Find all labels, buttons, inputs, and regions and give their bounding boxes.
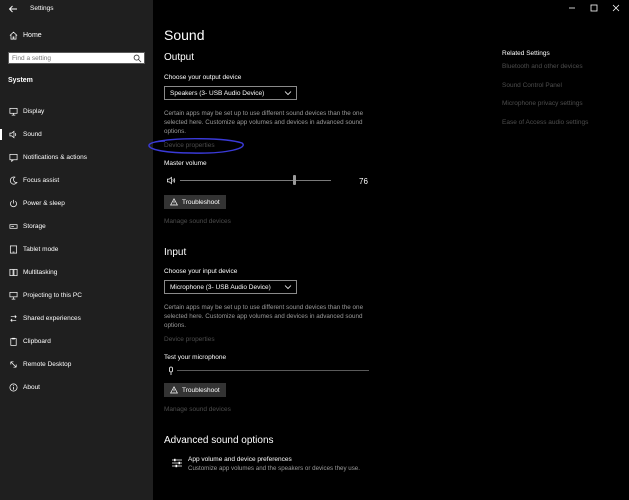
sidebar-item-sound[interactable]: Sound (0, 123, 153, 146)
sidebar-item-clipboard[interactable]: Clipboard (0, 330, 153, 353)
projecting-icon (8, 291, 18, 301)
sidebar-nav: Display Sound Notifications & actions Fo… (0, 100, 153, 399)
app-volume-preferences-desc: Customize app volumes and the speakers o… (188, 465, 360, 472)
sidebar-item-power-sleep[interactable]: Power & sleep (0, 192, 153, 215)
output-device-dropdown[interactable]: Speakers (3- USB Audio Device) (164, 86, 297, 100)
sidebar-item-focus-assist[interactable]: Focus assist (0, 169, 153, 192)
power-icon (8, 199, 18, 209)
sidebar-item-label: Remote Desktop (23, 361, 72, 368)
sidebar-item-label: Power & sleep (23, 200, 65, 207)
sidebar-item-label: Projecting to this PC (23, 292, 82, 299)
output-device-properties-link[interactable]: Device properties (164, 142, 215, 149)
warning-icon (170, 386, 178, 394)
back-arrow-icon[interactable] (8, 4, 18, 14)
output-description: Certain apps may be set up to use differ… (164, 110, 364, 135)
sidebar-item-shared-experiences[interactable]: Shared experiences (0, 307, 153, 330)
sidebar-item-about[interactable]: About (0, 376, 153, 399)
related-link-microphone-privacy[interactable]: Microphone privacy settings (502, 100, 583, 107)
master-volume-value: 76 (359, 177, 368, 186)
sliders-icon (171, 457, 183, 471)
output-device-label: Choose your output device (164, 74, 242, 81)
test-microphone-label: Test your microphone (164, 354, 227, 361)
output-device-value: Speakers (3- USB Audio Device) (170, 90, 265, 97)
sidebar-item-label: Tablet mode (23, 246, 59, 253)
related-link-ease-of-access-audio[interactable]: Ease of Access audio settings (502, 119, 588, 126)
minimize-icon[interactable] (561, 2, 583, 14)
sidebar-item-label: Shared experiences (23, 315, 81, 322)
sidebar-item-multitasking[interactable]: Multitasking (0, 261, 153, 284)
master-volume-slider-track[interactable] (180, 180, 331, 181)
sidebar-item-label: Notifications & actions (23, 154, 87, 161)
maximize-icon[interactable] (583, 2, 605, 14)
sidebar-item-label: Focus assist (23, 177, 60, 184)
input-device-label: Choose your input device (164, 268, 238, 275)
input-troubleshoot-button[interactable]: Troubleshoot (164, 383, 226, 397)
related-link-sound-control-panel[interactable]: Sound Control Panel (502, 82, 562, 89)
search-box[interactable] (8, 52, 145, 64)
input-manage-sound-devices-link[interactable]: Manage sound devices (164, 406, 231, 413)
sidebar-item-remote-desktop[interactable]: Remote Desktop (0, 353, 153, 376)
sidebar-item-display[interactable]: Display (0, 100, 153, 123)
chevron-down-icon (284, 89, 292, 97)
display-icon (8, 107, 18, 117)
sidebar-item-projecting[interactable]: Projecting to this PC (0, 284, 153, 307)
volume-speaker-icon[interactable] (166, 176, 176, 187)
related-settings-heading: Related Settings (502, 50, 550, 57)
notification-icon (8, 153, 18, 163)
storage-icon (8, 222, 18, 232)
search-icon[interactable] (133, 54, 142, 63)
sidebar: Settings Home System Display Sound Notif… (0, 0, 153, 500)
sidebar-item-label: Storage (23, 223, 46, 230)
remote-desktop-icon (8, 360, 18, 370)
sidebar-item-label: Clipboard (23, 338, 51, 345)
troubleshoot-label: Troubleshoot (182, 386, 220, 394)
multitasking-icon (8, 268, 18, 278)
clipboard-icon (8, 337, 18, 347)
speaker-icon (8, 130, 18, 140)
page-title: Sound (164, 27, 205, 43)
window-title: Settings (30, 5, 54, 12)
tablet-icon (8, 245, 18, 255)
master-volume-label: Master volume (164, 160, 207, 167)
input-heading: Input (164, 247, 187, 258)
sidebar-item-tablet-mode[interactable]: Tablet mode (0, 238, 153, 261)
home-icon (8, 31, 18, 40)
sidebar-item-storage[interactable]: Storage (0, 215, 153, 238)
main-content: Sound Output Choose your output device S… (148, 0, 629, 500)
troubleshoot-label: Troubleshoot (182, 198, 220, 206)
window-controls (561, 2, 627, 14)
sidebar-item-label: About (23, 384, 40, 391)
sidebar-item-label: Multitasking (23, 269, 58, 276)
close-icon[interactable] (605, 2, 627, 14)
sidebar-home-label: Home (23, 31, 42, 39)
input-device-dropdown[interactable]: Microphone (3- USB Audio Device) (164, 280, 297, 294)
microphone-icon (167, 366, 175, 378)
sidebar-item-notifications[interactable]: Notifications & actions (0, 146, 153, 169)
sidebar-item-label: Sound (23, 131, 42, 138)
output-manage-sound-devices-link[interactable]: Manage sound devices (164, 218, 231, 225)
input-device-properties-link[interactable]: Device properties (164, 336, 215, 343)
shared-icon (8, 314, 18, 324)
moon-icon (8, 176, 18, 186)
microphone-level-meter (177, 370, 369, 371)
search-input[interactable] (12, 53, 132, 63)
app-volume-preferences-item[interactable]: App volume and device preferences Custom… (171, 455, 381, 475)
master-volume-slider-thumb[interactable] (293, 175, 297, 185)
sidebar-section-title: System (8, 77, 33, 84)
output-heading: Output (164, 52, 195, 63)
sidebar-item-label: Display (23, 108, 45, 115)
warning-icon (170, 198, 178, 206)
info-icon (8, 383, 18, 393)
related-link-bluetooth[interactable]: Bluetooth and other devices (502, 63, 583, 70)
app-volume-preferences-title: App volume and device preferences (188, 456, 292, 463)
advanced-sound-options-heading: Advanced sound options (164, 435, 274, 446)
input-device-value: Microphone (3- USB Audio Device) (170, 284, 271, 291)
sidebar-item-home[interactable]: Home (8, 29, 148, 41)
chevron-down-icon (284, 283, 292, 291)
input-description: Certain apps may be set up to use differ… (164, 304, 364, 329)
output-troubleshoot-button[interactable]: Troubleshoot (164, 195, 226, 209)
